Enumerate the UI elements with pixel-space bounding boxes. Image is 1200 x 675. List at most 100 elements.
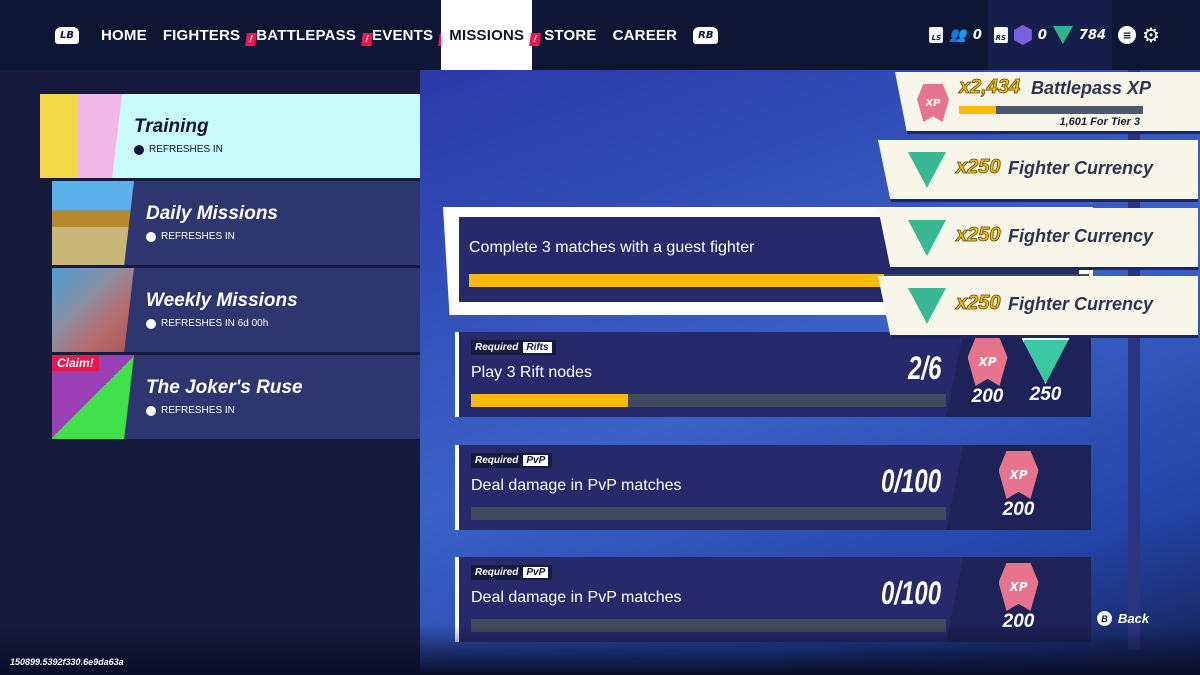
toast-label: Fighter Currency bbox=[1008, 226, 1154, 246]
mission-tags: Required PvP bbox=[471, 453, 553, 468]
fighter-currency-icon bbox=[908, 220, 946, 256]
bottom-fade bbox=[0, 625, 1200, 675]
mission-rewards: XP 200 250 bbox=[946, 332, 1091, 417]
category-jokers-ruse[interactable]: Claim! The Joker's Ruse REFRESHES IN bbox=[52, 355, 420, 439]
nav-tab-label: STORE bbox=[544, 26, 597, 44]
reward-amount: 250 bbox=[1029, 384, 1062, 405]
refresh-text: REFRESHES IN bbox=[161, 231, 235, 242]
mission-progress-bar bbox=[471, 507, 946, 520]
refresh-text: REFRESHES IN bbox=[149, 144, 223, 155]
required-tag: Required bbox=[475, 342, 519, 353]
lb-bumper-icon[interactable]: LB bbox=[55, 26, 79, 44]
xp-icon: XP bbox=[917, 84, 949, 122]
mission-type-tag: PvP bbox=[523, 567, 549, 578]
required-tag: Required bbox=[475, 455, 519, 466]
rb-bumper-icon[interactable]: RB bbox=[693, 26, 719, 44]
nav-tab-label: BATTLEPASS bbox=[256, 26, 357, 44]
gleamium-icon bbox=[1013, 25, 1032, 45]
menu-icon[interactable]: ≡ bbox=[1118, 26, 1137, 44]
currency-group: RS 0 784 bbox=[987, 0, 1113, 70]
nav-tab-battlepass[interactable]: BATTLEPASS! bbox=[248, 0, 373, 70]
friends-count: 0 bbox=[972, 27, 982, 43]
stopwatch-icon bbox=[146, 318, 156, 329]
b-button-icon: B bbox=[1097, 611, 1112, 626]
toast-quantity: x250 bbox=[956, 224, 1001, 247]
main-nav: LB HOME FIGHTERS! BATTLEPASS! EVENTS! MI… bbox=[55, 0, 732, 70]
category-refresh: REFRESHES IN bbox=[146, 405, 235, 416]
reward-toast-fighter-currency: x250 Fighter Currency bbox=[878, 140, 1198, 202]
mission-count: 0/100 bbox=[880, 463, 941, 499]
category-training[interactable]: Training REFRESHES IN bbox=[40, 94, 420, 178]
nav-tab-home[interactable]: HOME bbox=[93, 0, 155, 70]
claim-badge: Claim! bbox=[52, 355, 99, 371]
daily-thumbnail bbox=[52, 181, 134, 265]
mission-description: Complete 3 matches with a guest fighter bbox=[469, 239, 755, 256]
nav-tab-fighters[interactable]: FIGHTERS! bbox=[155, 0, 258, 70]
mission-count: 2/6 bbox=[907, 350, 941, 386]
right-stick-icon: RS bbox=[993, 27, 1008, 43]
mission-tags: Required Rifts bbox=[471, 340, 556, 355]
mission-description: Deal damage in PvP matches bbox=[471, 589, 682, 606]
mission-progress-bar bbox=[471, 394, 946, 407]
gleamium-count: 0 bbox=[1037, 27, 1047, 43]
category-title: Weekly Missions bbox=[146, 290, 298, 311]
nav-tab-store[interactable]: STORE bbox=[536, 0, 604, 70]
refresh-text: REFRESHES IN 6d 00h bbox=[161, 318, 269, 329]
mission-progress-fill bbox=[471, 394, 628, 407]
nav-tab-career[interactable]: CAREER bbox=[605, 0, 686, 70]
mission-type-tag: Rifts bbox=[523, 342, 552, 353]
fighter-currency-icon bbox=[1021, 338, 1070, 384]
xp-icon: XP bbox=[998, 563, 1039, 611]
nav-tab-missions[interactable]: MISSIONS! bbox=[441, 0, 542, 70]
category-title: Daily Missions bbox=[146, 203, 278, 224]
category-refresh: REFRESHES IN bbox=[134, 144, 223, 155]
reward-toast-fighter-currency: x250 Fighter Currency bbox=[878, 276, 1198, 338]
mission-rewards: XP 200 bbox=[946, 445, 1091, 530]
mission-tags: Required PvP bbox=[471, 565, 553, 580]
missions-screen: LB HOME FIGHTERS! BATTLEPASS! EVENTS! MI… bbox=[0, 0, 1200, 675]
battlepass-progress-fill bbox=[959, 106, 996, 114]
gear-icon[interactable]: ⚙ bbox=[1142, 23, 1160, 47]
reward-xp: XP 200 bbox=[998, 451, 1039, 530]
nav-tab-label: CAREER bbox=[612, 26, 678, 44]
mission-row[interactable]: Required Rifts Play 3 Rift nodes 2/6 XP 20… bbox=[455, 332, 1091, 417]
reward-xp: XP 200 bbox=[967, 338, 1008, 417]
mission-progress-fill bbox=[469, 274, 885, 287]
nav-tab-label: FIGHTERS bbox=[162, 26, 241, 44]
xp-icon: XP bbox=[998, 451, 1039, 499]
category-daily-missions[interactable]: Daily Missions REFRESHES IN bbox=[52, 181, 420, 265]
toast-label: Battlepass XP bbox=[1031, 78, 1152, 98]
fighter-currency-icon bbox=[908, 288, 946, 324]
weekly-thumbnail bbox=[52, 268, 134, 352]
category-refresh: REFRESHES IN 6d 00h bbox=[146, 318, 268, 329]
fighter-currency-icon bbox=[908, 152, 946, 188]
mission-description: Play 3 Rift nodes bbox=[471, 364, 592, 381]
required-tag: Required bbox=[475, 567, 519, 578]
nav-tab-label: MISSIONS bbox=[449, 26, 525, 44]
xp-icon: XP bbox=[967, 338, 1008, 386]
category-refresh: REFRESHES IN bbox=[146, 231, 235, 242]
toast-quantity: x250 bbox=[956, 292, 1001, 315]
category-weekly-missions[interactable]: Weekly Missions REFRESHES IN 6d 00h bbox=[52, 268, 420, 352]
reward-toast-battlepass-xp: XP x2,434 Battlepass XP 1,601 For Tier 3 bbox=[895, 72, 1200, 134]
left-stick-icon: LS bbox=[929, 27, 944, 43]
fighter-currency-count: 784 bbox=[1078, 27, 1107, 43]
back-button[interactable]: B Back bbox=[1097, 611, 1149, 626]
status-area: LS 👥 0 RS 0 784 ≡ ⚙ bbox=[929, 0, 1160, 70]
friends-icon[interactable]: 👥 bbox=[949, 27, 966, 43]
toast-label: Fighter Currency bbox=[1008, 294, 1154, 314]
reward-toast-fighter-currency: x250 Fighter Currency bbox=[878, 208, 1198, 270]
toast-label: Fighter Currency bbox=[1008, 158, 1154, 178]
top-nav-bar: LB HOME FIGHTERS! BATTLEPASS! EVENTS! MI… bbox=[0, 0, 1200, 70]
mission-type-tag: PvP bbox=[523, 455, 549, 466]
reward-fighter-currency: 250 bbox=[1021, 338, 1070, 417]
tier-progress-text: 1,601 For Tier 3 bbox=[1059, 116, 1140, 128]
mission-row[interactable]: Required PvP Deal damage in PvP matches 0… bbox=[455, 445, 1091, 530]
stopwatch-icon bbox=[134, 144, 144, 155]
nav-tab-events[interactable]: EVENTS! bbox=[364, 0, 451, 70]
toast-quantity: x2,434 bbox=[959, 76, 1021, 99]
category-title: The Joker's Ruse bbox=[146, 377, 303, 398]
training-thumbnail bbox=[40, 94, 122, 178]
reward-amount: 200 bbox=[1002, 499, 1035, 520]
battlepass-progress-bar bbox=[959, 106, 1143, 114]
